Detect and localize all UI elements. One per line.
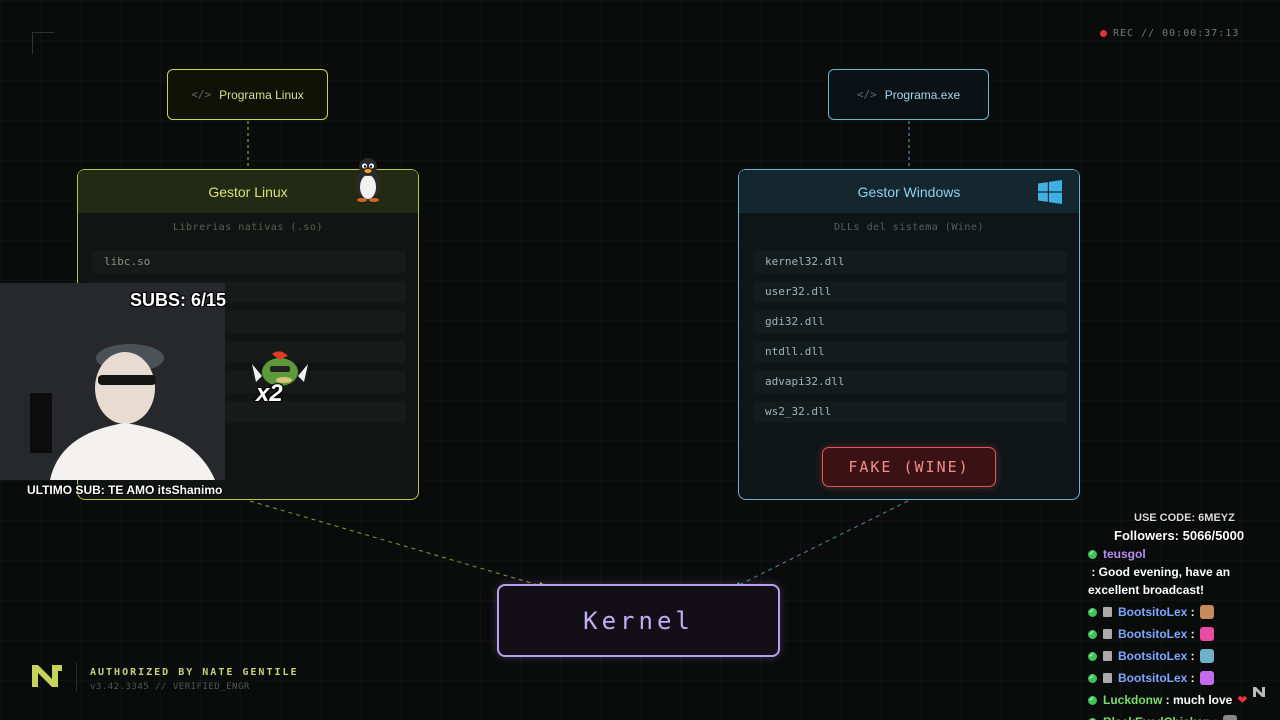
followers-counter: Followers: 5066/5000 bbox=[1114, 528, 1245, 543]
programa-exe-box[interactable]: </> Programa.exe bbox=[828, 69, 989, 120]
gestor-linux-title: Gestor Linux bbox=[208, 183, 288, 200]
version-label: v3.42.3345 // VERIFIED_ENGR bbox=[90, 682, 250, 692]
verified-badge-icon bbox=[1088, 669, 1097, 687]
verified-badge-icon bbox=[1088, 647, 1097, 665]
gestor-windows-subtitle: DLLs del sistema (Wine) bbox=[834, 222, 984, 233]
chat-username[interactable]: teusgol bbox=[1103, 545, 1146, 563]
programa-exe-label: Programa.exe bbox=[884, 87, 961, 102]
verified-badge-icon bbox=[1088, 545, 1097, 563]
chat-text: : much love bbox=[1162, 693, 1233, 707]
chat-text: : bbox=[1210, 713, 1218, 720]
webcam-feed bbox=[0, 283, 225, 480]
chat-message: BootsitoLex : bbox=[1088, 625, 1273, 643]
chat-username[interactable]: Luckdonw bbox=[1103, 691, 1162, 709]
chat-emote-icon bbox=[1199, 627, 1214, 641]
fake-wine-button[interactable]: FAKE (WINE) bbox=[822, 447, 996, 487]
nate-gentile-logo-icon bbox=[32, 665, 62, 687]
dll-row: ws2_32.dll bbox=[753, 401, 1067, 423]
win-kernel-connector bbox=[734, 500, 909, 588]
windows-logo-icon bbox=[1038, 180, 1062, 204]
chat-message: BlackEyedChicken : bbox=[1088, 713, 1273, 720]
chat-emote-icon bbox=[1222, 715, 1237, 720]
programa-linux-box[interactable]: </> Programa Linux bbox=[167, 69, 328, 120]
emote-x2-label: x2 bbox=[256, 380, 283, 407]
chat-username[interactable]: BootsitoLex bbox=[1118, 603, 1187, 621]
chat-message: BootsitoLex : bbox=[1088, 647, 1273, 665]
chat-username[interactable]: BootsitoLex bbox=[1118, 647, 1187, 665]
chat-panel: teusgol : Good evening, have an excellen… bbox=[1088, 545, 1273, 720]
verified-badge-icon bbox=[1088, 603, 1097, 621]
chat-message: teusgol : Good evening, have an excellen… bbox=[1088, 545, 1273, 599]
chat-emote-icon bbox=[1199, 671, 1214, 685]
verified-badge-icon bbox=[1088, 625, 1097, 643]
gestor-linux-subtitle: Librerias nativas (.so) bbox=[173, 222, 323, 233]
chat-message: BootsitoLex : bbox=[1088, 603, 1273, 621]
dll-row: user32.dll bbox=[753, 281, 1067, 303]
verified-badge-icon bbox=[1088, 691, 1097, 709]
chat-text: : Good evening, have an excellent broadc… bbox=[1088, 565, 1231, 597]
linux-kernel-connector bbox=[249, 500, 546, 588]
subs-counter: SUBS: 6/15 bbox=[130, 290, 227, 310]
heart-icon: ❤ bbox=[1237, 693, 1248, 707]
chat-username[interactable]: BootsitoLex bbox=[1118, 625, 1187, 643]
chat-text: : bbox=[1187, 671, 1195, 685]
brand-divider bbox=[76, 662, 77, 692]
sub-badge-icon bbox=[1103, 673, 1112, 683]
tux-penguin-icon bbox=[356, 158, 380, 202]
programa-linux-label: Programa Linux bbox=[219, 87, 304, 102]
sub-badge-icon bbox=[1103, 607, 1112, 617]
chat-text: : bbox=[1187, 649, 1195, 663]
chat-text: : bbox=[1187, 605, 1195, 619]
gestor-windows-header: Gestor Windows bbox=[739, 170, 1079, 213]
sub-badge-icon bbox=[1103, 629, 1112, 639]
kernel-box[interactable]: Kernel bbox=[497, 584, 780, 657]
dll-row: kernel32.dll bbox=[753, 251, 1067, 273]
channel-watermark-icon bbox=[1253, 687, 1265, 697]
chat-emote-icon bbox=[1199, 649, 1214, 663]
dll-row: advapi32.dll bbox=[753, 371, 1067, 393]
sub-badge-icon bbox=[1103, 651, 1112, 661]
chat-username[interactable]: BlackEyedChicken bbox=[1103, 713, 1210, 720]
dll-row: gdi32.dll bbox=[753, 311, 1067, 333]
kernel-label: Kernel bbox=[583, 606, 694, 635]
dll-row: ntdll.dll bbox=[753, 341, 1067, 363]
gestor-windows-title: Gestor Windows bbox=[857, 183, 961, 200]
use-code-label: USE CODE: 6MEYZ bbox=[1134, 512, 1235, 524]
code-icon: </> bbox=[856, 88, 877, 101]
chat-username[interactable]: BootsitoLex bbox=[1118, 669, 1187, 687]
chat-message: BootsitoLex : bbox=[1088, 669, 1273, 687]
authorized-label: AUTHORIZED BY NATE GENTILE bbox=[90, 667, 299, 678]
chat-emote-icon bbox=[1199, 605, 1214, 619]
chat-text: : bbox=[1187, 627, 1195, 641]
chat-message: Luckdonw : much love ❤ bbox=[1088, 691, 1273, 709]
pepe-emote: x2 bbox=[246, 346, 314, 412]
lib-row: libc.so bbox=[92, 251, 406, 273]
code-icon: </> bbox=[191, 88, 212, 101]
ultimo-sub-label: ULTIMO SUB: TE AMO itsShanimo bbox=[27, 483, 223, 497]
